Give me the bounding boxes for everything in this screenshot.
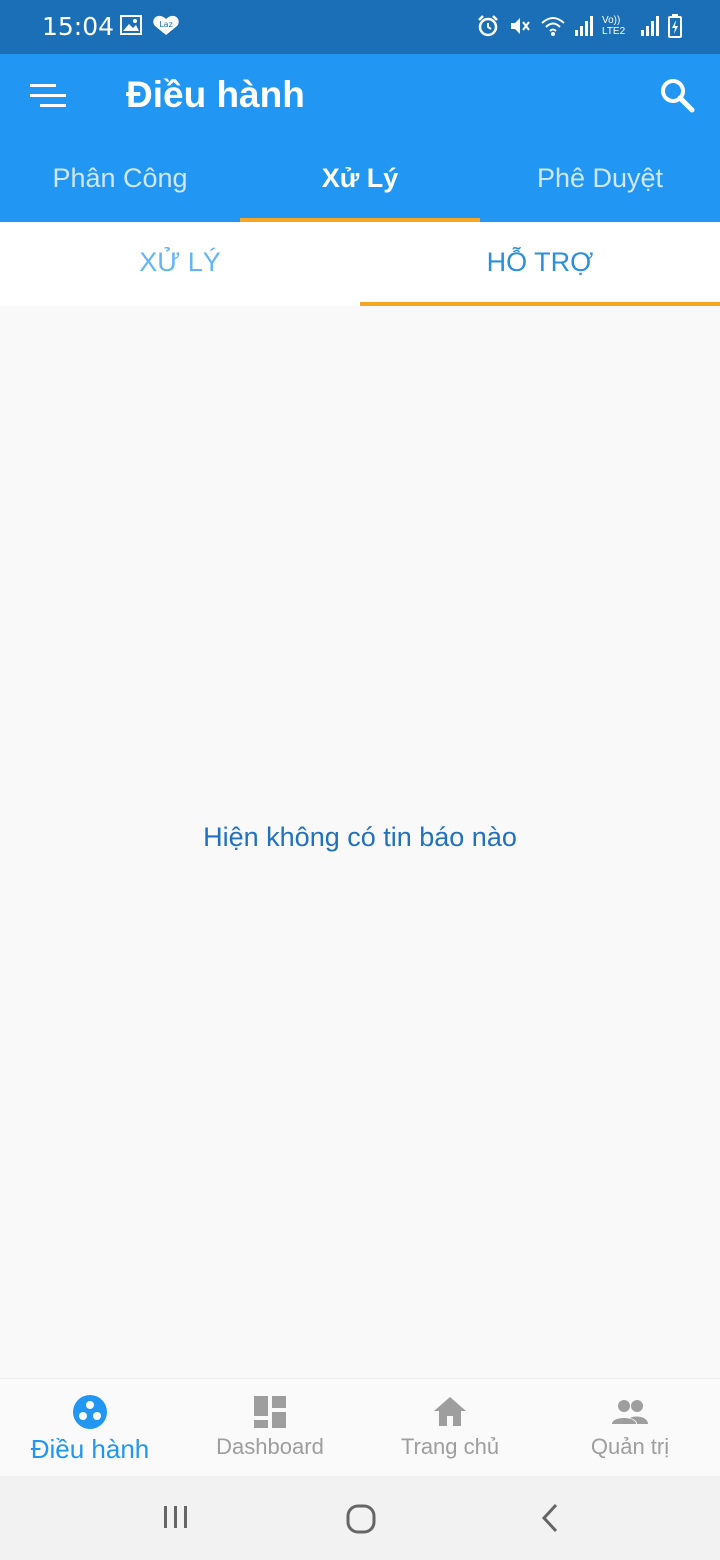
back-button[interactable]: [536, 1502, 566, 1539]
bottom-nav: Điều hành Dashboard Trang chủ Quản trị: [0, 1378, 720, 1477]
recent-apps-button[interactable]: [160, 1502, 190, 1537]
svg-text:Laz: Laz: [159, 20, 173, 29]
signal-icon: [641, 16, 659, 36]
battery-icon: [668, 14, 682, 38]
menu-icon: [30, 84, 66, 107]
wifi-icon: [541, 17, 565, 36]
nav-label: Dashboard: [216, 1434, 324, 1459]
lazada-icon: Laz: [153, 15, 179, 36]
nav-item-dieu-hanh[interactable]: Điều hành: [0, 1379, 180, 1477]
tab-phan-cong[interactable]: Phân Công: [0, 138, 240, 222]
menu-button[interactable]: [28, 80, 68, 112]
dashboard-icon: [254, 1396, 286, 1428]
signal-icon: [575, 16, 593, 36]
mute-icon: [511, 18, 530, 34]
back-icon: [541, 1503, 558, 1533]
tab-phe-duyet[interactable]: Phê Duyệt: [480, 138, 720, 222]
sub-tabs: XỬ LÝ HỖ TRỢ: [0, 222, 720, 306]
nav-item-trang-chu[interactable]: Trang chủ: [360, 1379, 540, 1477]
home-icon: [434, 1397, 466, 1426]
alarm-icon: [478, 15, 498, 37]
subtab-xu-ly[interactable]: XỬ LÝ: [0, 222, 360, 306]
system-nav-bar: [0, 1476, 720, 1560]
tab-xu-ly[interactable]: Xử Lý: [240, 138, 480, 222]
home-button[interactable]: [344, 1502, 378, 1541]
home-circle-icon: [346, 1504, 376, 1534]
volte-label: Vo)) LTE2: [602, 15, 626, 37]
status-left-icons: Laz: [120, 14, 180, 36]
people-icon: [612, 1400, 648, 1424]
nav-label: Quản trị: [590, 1434, 670, 1459]
subtab-ho-tro[interactable]: HỖ TRỢ: [360, 222, 720, 306]
empty-state-message: Hiện không có tin báo nào: [203, 822, 517, 852]
search-icon: [661, 79, 695, 113]
recent-apps-icon: [164, 1506, 187, 1528]
nav-label: Trang chủ: [400, 1434, 500, 1459]
app-bar: Điều hành Phân Công Xử Lý Phê Duyệt: [0, 54, 720, 222]
nav-item-quan-tri[interactable]: Quản trị: [540, 1379, 720, 1477]
nav-item-dashboard[interactable]: Dashboard: [180, 1379, 360, 1477]
operations-icon: [73, 1395, 107, 1429]
status-right-icons: Vo)) LTE2: [476, 14, 682, 38]
nav-label: Điều hành: [30, 1434, 150, 1464]
page-title: Điều hành: [126, 74, 305, 115]
top-tabs: Phân Công Xử Lý Phê Duyệt: [0, 138, 720, 222]
status-time: 15:04: [42, 12, 115, 41]
search-button[interactable]: [658, 76, 696, 114]
image-icon: [120, 15, 142, 35]
status-bar: 15:04 Laz Vo)) LTE2: [0, 0, 720, 54]
